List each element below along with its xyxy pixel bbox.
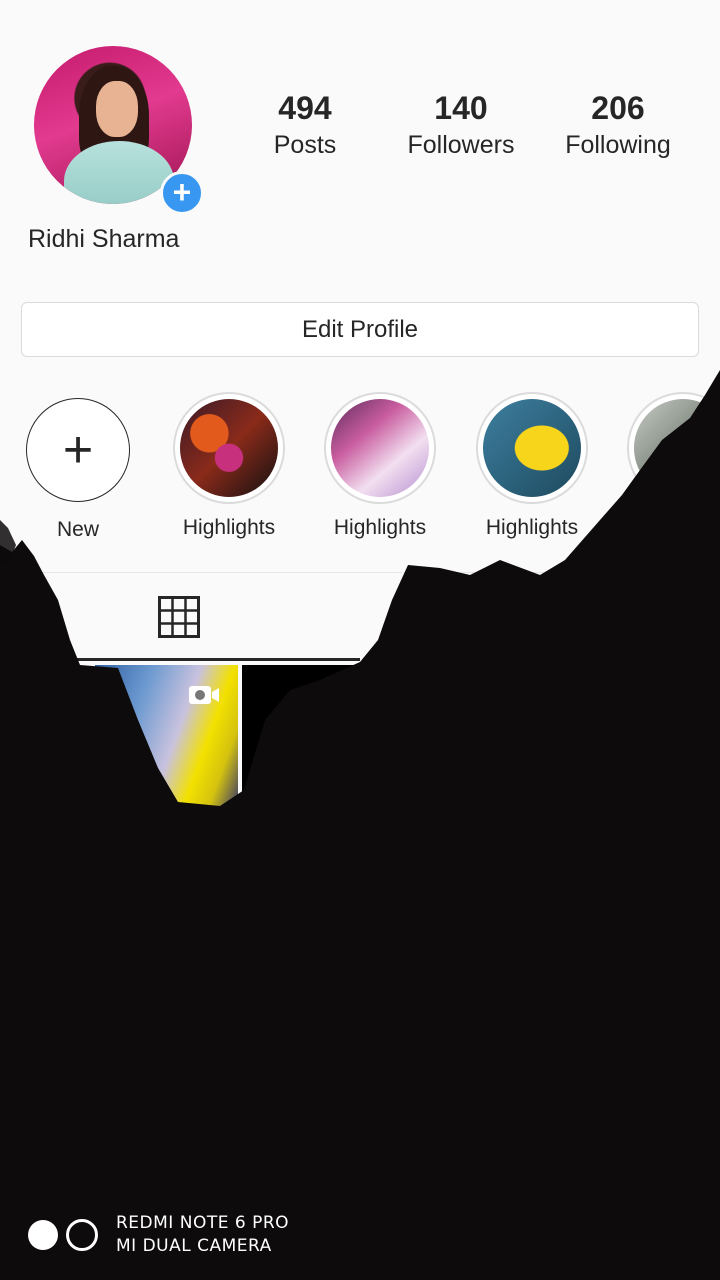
followers-stat[interactable]: 140 Followers bbox=[386, 88, 536, 162]
profile-name: Ridhi Sharma bbox=[28, 225, 180, 253]
watermark-ring-icon bbox=[66, 1219, 98, 1251]
highlight-cover bbox=[180, 399, 278, 497]
watermark-line2: MI DUAL CAMERA bbox=[116, 1236, 272, 1256]
edit-profile-button[interactable]: Edit Profile bbox=[21, 302, 699, 357]
plus-icon: + bbox=[62, 421, 94, 479]
highlight-label: Highlights bbox=[333, 516, 427, 539]
highlight-cover bbox=[483, 399, 581, 497]
video-camera-icon bbox=[189, 686, 219, 704]
posts-label: Posts bbox=[273, 131, 337, 159]
posts-count: 494 bbox=[278, 90, 332, 126]
new-highlight-label: New bbox=[56, 518, 99, 541]
highlight-cover bbox=[331, 399, 429, 497]
highlight-label: Highlights bbox=[182, 516, 276, 539]
watermark-dot-icon bbox=[28, 1220, 58, 1250]
posts-stat[interactable]: 494 Posts bbox=[230, 88, 380, 162]
add-story-icon[interactable]: + bbox=[160, 171, 204, 215]
new-highlight-button[interactable]: + bbox=[26, 398, 130, 502]
highlight-item[interactable]: Highlights bbox=[467, 392, 597, 540]
highlight-item[interactable] bbox=[618, 392, 720, 516]
profile-tab-bar bbox=[0, 572, 720, 663]
following-label: Following bbox=[565, 131, 671, 159]
grid-icon[interactable] bbox=[158, 596, 200, 638]
followers-label: Followers bbox=[407, 131, 515, 159]
highlight-label: Highlights bbox=[485, 516, 579, 539]
profile-avatar[interactable]: + bbox=[34, 46, 204, 215]
highlight-item[interactable]: Highlights bbox=[315, 392, 445, 540]
following-stat[interactable]: 206 Following bbox=[543, 88, 693, 162]
highlight-cover bbox=[634, 399, 720, 497]
post-thumbnail[interactable] bbox=[242, 665, 387, 807]
watermark-line1: REDMI NOTE 6 PRO bbox=[116, 1213, 290, 1233]
new-highlight[interactable]: + New bbox=[13, 392, 143, 542]
camera-watermark: REDMI NOTE 6 PRO MI DUAL CAMERA bbox=[28, 1212, 289, 1258]
followers-count: 140 bbox=[434, 90, 488, 126]
highlight-item[interactable]: Highlights bbox=[164, 392, 294, 540]
following-count: 206 bbox=[591, 90, 645, 126]
active-tab-indicator bbox=[70, 658, 360, 661]
